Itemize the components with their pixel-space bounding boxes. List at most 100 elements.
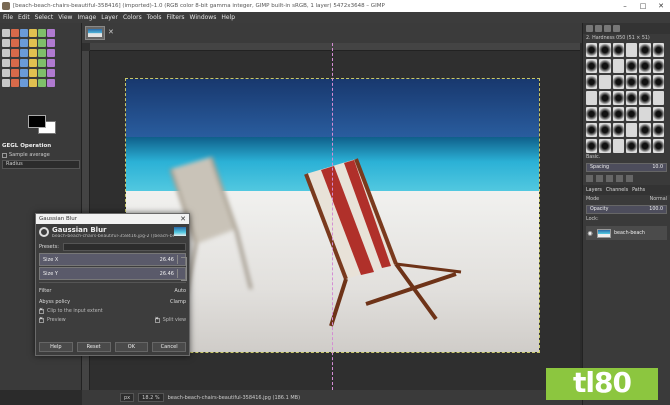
tool-icon[interactable]	[47, 49, 55, 57]
brushes-tab-icon[interactable]	[586, 25, 593, 32]
document-history-tab-icon[interactable]	[613, 25, 620, 32]
tool-icon[interactable]	[20, 39, 28, 47]
brush-preset-icon[interactable]	[586, 91, 598, 105]
tool-icon[interactable]	[11, 39, 19, 47]
tool-icon[interactable]	[29, 79, 37, 87]
brush-preset-icon[interactable]	[586, 43, 598, 57]
tool-icon[interactable]	[2, 39, 10, 47]
help-button[interactable]: Help	[39, 342, 73, 352]
tool-icon[interactable]	[38, 79, 46, 87]
fg-bg-colors[interactable]	[28, 115, 58, 135]
menu-file[interactable]: File	[3, 14, 13, 21]
brush-preset-icon[interactable]	[599, 107, 611, 121]
brush-preset-icon[interactable]	[612, 59, 624, 73]
delete-brush-icon[interactable]	[616, 175, 623, 182]
chain-link-icon[interactable]	[181, 257, 187, 281]
spacing-field[interactable]: Spacing 10.0	[586, 163, 667, 172]
tool-icon[interactable]	[20, 59, 28, 67]
cancel-button[interactable]: Cancel	[152, 342, 186, 352]
menu-select[interactable]: Select	[35, 14, 54, 21]
tool-icon[interactable]	[20, 69, 28, 77]
brush-preset-icon[interactable]	[639, 139, 651, 153]
tool-icon[interactable]	[20, 29, 28, 37]
dialog-close-icon[interactable]: ✕	[180, 215, 186, 223]
preview-row[interactable]: Preview Split view	[36, 316, 189, 325]
brush-tag-row[interactable]: Basic.	[583, 153, 670, 162]
tool-icon[interactable]	[29, 59, 37, 67]
brush-preset-icon[interactable]	[625, 107, 638, 121]
tool-icon[interactable]	[29, 39, 37, 47]
tool-icon[interactable]	[20, 79, 28, 87]
brush-preset-icon[interactable]	[639, 75, 651, 89]
preview-checkbox[interactable]	[39, 316, 44, 323]
tool-icon[interactable]	[29, 29, 37, 37]
size-y-field[interactable]: Size Y 26.46	[39, 267, 186, 280]
tool-icon[interactable]	[38, 49, 46, 57]
tool-icon[interactable]	[2, 69, 10, 77]
brush-preset-icon[interactable]	[586, 75, 598, 89]
tool-icon[interactable]	[38, 29, 46, 37]
clip-row[interactable]: Clip to the input extent	[36, 307, 189, 316]
tab-channels[interactable]: Channels	[606, 188, 628, 193]
brush-preset-icon[interactable]	[612, 75, 624, 89]
menu-windows[interactable]: Windows	[190, 14, 217, 21]
opacity-field[interactable]: Opacity 100.0	[586, 205, 667, 214]
menu-edit[interactable]: Edit	[18, 14, 30, 21]
patterns-tab-icon[interactable]	[595, 25, 602, 32]
image-tab-thumbnail[interactable]	[85, 26, 105, 40]
brush-preset-icon[interactable]	[586, 59, 598, 73]
tool-icon[interactable]	[20, 49, 28, 57]
brush-preset-icon[interactable]	[652, 139, 664, 153]
brush-preset-icon[interactable]	[652, 123, 664, 137]
duplicate-brush-icon[interactable]	[606, 175, 613, 182]
tool-icon[interactable]	[47, 79, 55, 87]
tool-icon[interactable]	[38, 69, 46, 77]
filter-dropdown[interactable]: Auto	[174, 288, 186, 294]
brush-tag[interactable]: Basic.	[586, 155, 600, 160]
menu-tools[interactable]: Tools	[147, 14, 162, 21]
brush-preset-icon[interactable]	[625, 59, 638, 73]
fonts-tab-icon[interactable]	[604, 25, 611, 32]
mode-row[interactable]: Mode Normal	[583, 195, 670, 204]
layer-row[interactable]: ◉ beach-beach	[586, 226, 667, 240]
brush-preset-icon[interactable]	[612, 91, 624, 105]
tab-paths[interactable]: Paths	[632, 188, 645, 193]
brush-preset-icon[interactable]	[639, 91, 651, 105]
abyss-row[interactable]: Abyss policy Clamp	[36, 296, 189, 307]
close-window-button[interactable]: ✕	[652, 2, 670, 10]
brush-preset-icon[interactable]	[612, 123, 624, 137]
menu-colors[interactable]: Colors	[123, 14, 142, 21]
brush-preset-icon[interactable]	[639, 123, 651, 137]
brush-preset-icon[interactable]	[612, 139, 624, 153]
radius-field[interactable]: Radius	[2, 160, 80, 169]
tool-icon[interactable]	[11, 69, 19, 77]
refresh-brushes-icon[interactable]	[626, 175, 633, 182]
brush-preset-icon[interactable]	[652, 107, 664, 121]
brush-preset-icon[interactable]	[599, 139, 611, 153]
tool-icon[interactable]	[11, 59, 19, 67]
brush-preset-icon[interactable]	[625, 75, 638, 89]
tool-icon[interactable]	[47, 59, 55, 67]
split-view-guide[interactable]	[332, 43, 333, 390]
abyss-dropdown[interactable]: Clamp	[170, 299, 186, 305]
brush-preset-icon[interactable]	[639, 43, 651, 57]
tool-icon[interactable]	[11, 29, 19, 37]
eye-icon[interactable]: ◉	[586, 230, 594, 237]
new-brush-icon[interactable]	[596, 175, 603, 182]
brush-preset-icon[interactable]	[612, 43, 624, 57]
zoom-selector[interactable]: 18.2 %	[138, 393, 164, 402]
menu-help[interactable]: Help	[221, 14, 235, 21]
mode-dropdown[interactable]: Normal	[650, 197, 667, 202]
minimize-button[interactable]: –	[616, 2, 634, 10]
brush-preset-icon[interactable]	[599, 123, 611, 137]
brush-preset-icon[interactable]	[639, 107, 651, 121]
brush-preset-icon[interactable]	[586, 139, 598, 153]
tool-icon[interactable]	[2, 59, 10, 67]
unit-selector[interactable]: px	[120, 393, 135, 402]
size-x-field[interactable]: Size X 26.46	[39, 253, 186, 266]
tool-icon[interactable]	[11, 79, 19, 87]
presets-dropdown[interactable]	[62, 242, 186, 251]
tool-icon[interactable]	[47, 39, 55, 47]
brush-preset-icon[interactable]	[652, 91, 664, 105]
tool-icon[interactable]	[2, 79, 10, 87]
